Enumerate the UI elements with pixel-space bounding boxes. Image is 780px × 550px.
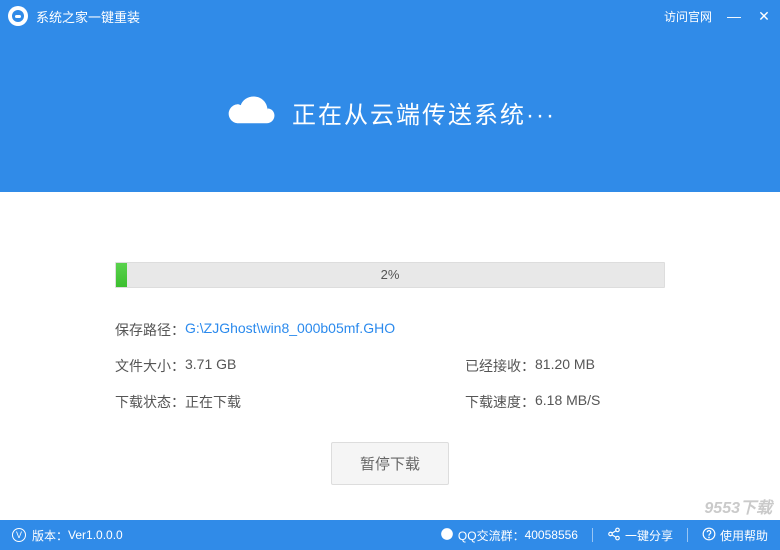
share-label: 一键分享 bbox=[625, 527, 673, 544]
pause-download-button[interactable]: 暂停下载 bbox=[331, 442, 449, 485]
version-value: Ver1.0.0.0 bbox=[68, 528, 123, 542]
minimize-button[interactable]: — bbox=[726, 8, 742, 24]
titlebar: 系统之家一键重装 访问官网 — ✕ bbox=[0, 0, 780, 32]
file-size-label: 文件大小： bbox=[115, 356, 185, 376]
save-path-value[interactable]: G:\ZJGhost\win8_000b05mf.GHO bbox=[185, 320, 395, 340]
progress-text: 2% bbox=[116, 263, 664, 287]
share-icon bbox=[607, 527, 621, 544]
save-path-label: 保存路径： bbox=[115, 320, 185, 340]
help-label: 使用帮助 bbox=[720, 527, 768, 544]
status-label: 下载状态： bbox=[115, 392, 185, 412]
qq-label: QQ交流群： bbox=[458, 527, 525, 544]
progress-bar: 2% bbox=[115, 262, 665, 288]
close-button[interactable]: ✕ bbox=[756, 8, 772, 25]
help-icon bbox=[702, 527, 716, 544]
hero-message: 正在从云端传送系统··· bbox=[292, 95, 556, 130]
info-row-size: 文件大小： 3.71 GB 已经接收： 81.20 MB bbox=[115, 356, 665, 376]
speed-value: 6.18 MB/S bbox=[535, 392, 600, 412]
version-icon: V bbox=[12, 528, 26, 542]
app-title: 系统之家一键重装 bbox=[36, 7, 664, 26]
main-content: 2% 保存路径： G:\ZJGhost\win8_000b05mf.GHO 文件… bbox=[0, 192, 780, 485]
qq-group-link[interactable]: QQ交流群： 40058556 bbox=[440, 527, 578, 544]
share-link[interactable]: 一键分享 bbox=[607, 527, 673, 544]
speed-label: 下载速度： bbox=[465, 392, 535, 412]
watermark: 9553下载 bbox=[704, 494, 772, 518]
qq-icon bbox=[440, 527, 454, 544]
received-label: 已经接收： bbox=[465, 356, 535, 376]
status-value: 正在下载 bbox=[185, 392, 241, 412]
received-value: 81.20 MB bbox=[535, 356, 595, 376]
app-icon bbox=[8, 6, 28, 26]
footer: V 版本： Ver1.0.0.0 QQ交流群： 40058556 一键分享 使用… bbox=[0, 520, 780, 550]
visit-website-link[interactable]: 访问官网 bbox=[664, 8, 712, 25]
cloud-icon bbox=[224, 93, 280, 131]
info-row-status: 下载状态： 正在下载 下载速度： 6.18 MB/S bbox=[115, 392, 665, 412]
footer-divider bbox=[592, 528, 593, 542]
version-label: 版本： bbox=[32, 527, 68, 544]
help-link[interactable]: 使用帮助 bbox=[702, 527, 768, 544]
hero-banner: 正在从云端传送系统··· bbox=[0, 32, 780, 192]
footer-divider bbox=[687, 528, 688, 542]
qq-value: 40058556 bbox=[525, 528, 578, 542]
info-row-path: 保存路径： G:\ZJGhost\win8_000b05mf.GHO bbox=[115, 320, 665, 340]
file-size-value: 3.71 GB bbox=[185, 356, 236, 376]
